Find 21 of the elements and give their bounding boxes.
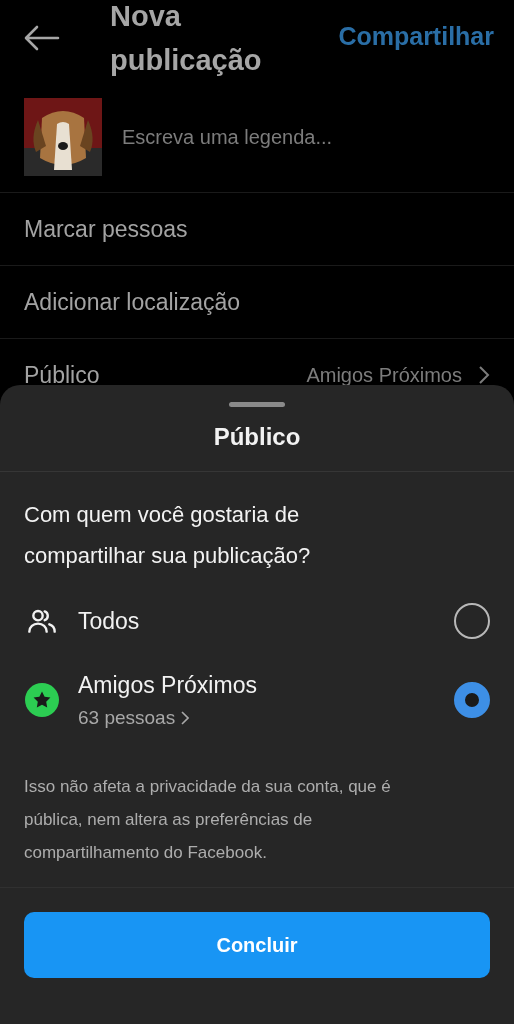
members-link[interactable]: 63 pessoas: [78, 706, 190, 729]
settings-row[interactable]: Marcar pessoas: [0, 193, 514, 266]
chevron-right-icon: [181, 710, 190, 725]
privacy-note: Isso não afeta a privacidade da sua conta, que é pública, nem altera as preferências de compartilhamento do Facebook.: [0, 744, 514, 888]
sheet-title: Público: [0, 407, 514, 472]
page-title: Nova publicação: [110, 0, 263, 78]
radio-button[interactable]: [454, 682, 490, 718]
row-label: Público: [24, 361, 100, 389]
share-button[interactable]: Compartilhar: [338, 22, 494, 51]
drag-handle[interactable]: [229, 402, 285, 407]
chevron-right-icon: [478, 365, 490, 385]
question-text: Com quem você gostaria de compartilhar sua publicação?: [23, 501, 312, 570]
caption-field[interactable]: Escreva uma legenda...: [120, 124, 490, 150]
choice-label: Todos: [78, 607, 141, 635]
choice-label: Amigos Próximos: [78, 671, 258, 699]
row-label: Adicionar localização: [24, 288, 241, 316]
row-label: Marcar pessoas: [24, 215, 188, 243]
settings-row[interactable]: Adicionar localização: [0, 266, 514, 339]
back-arrow-icon: [24, 25, 60, 51]
row-value: Amigos Próximos: [306, 363, 462, 387]
radio-button[interactable]: [454, 603, 490, 639]
